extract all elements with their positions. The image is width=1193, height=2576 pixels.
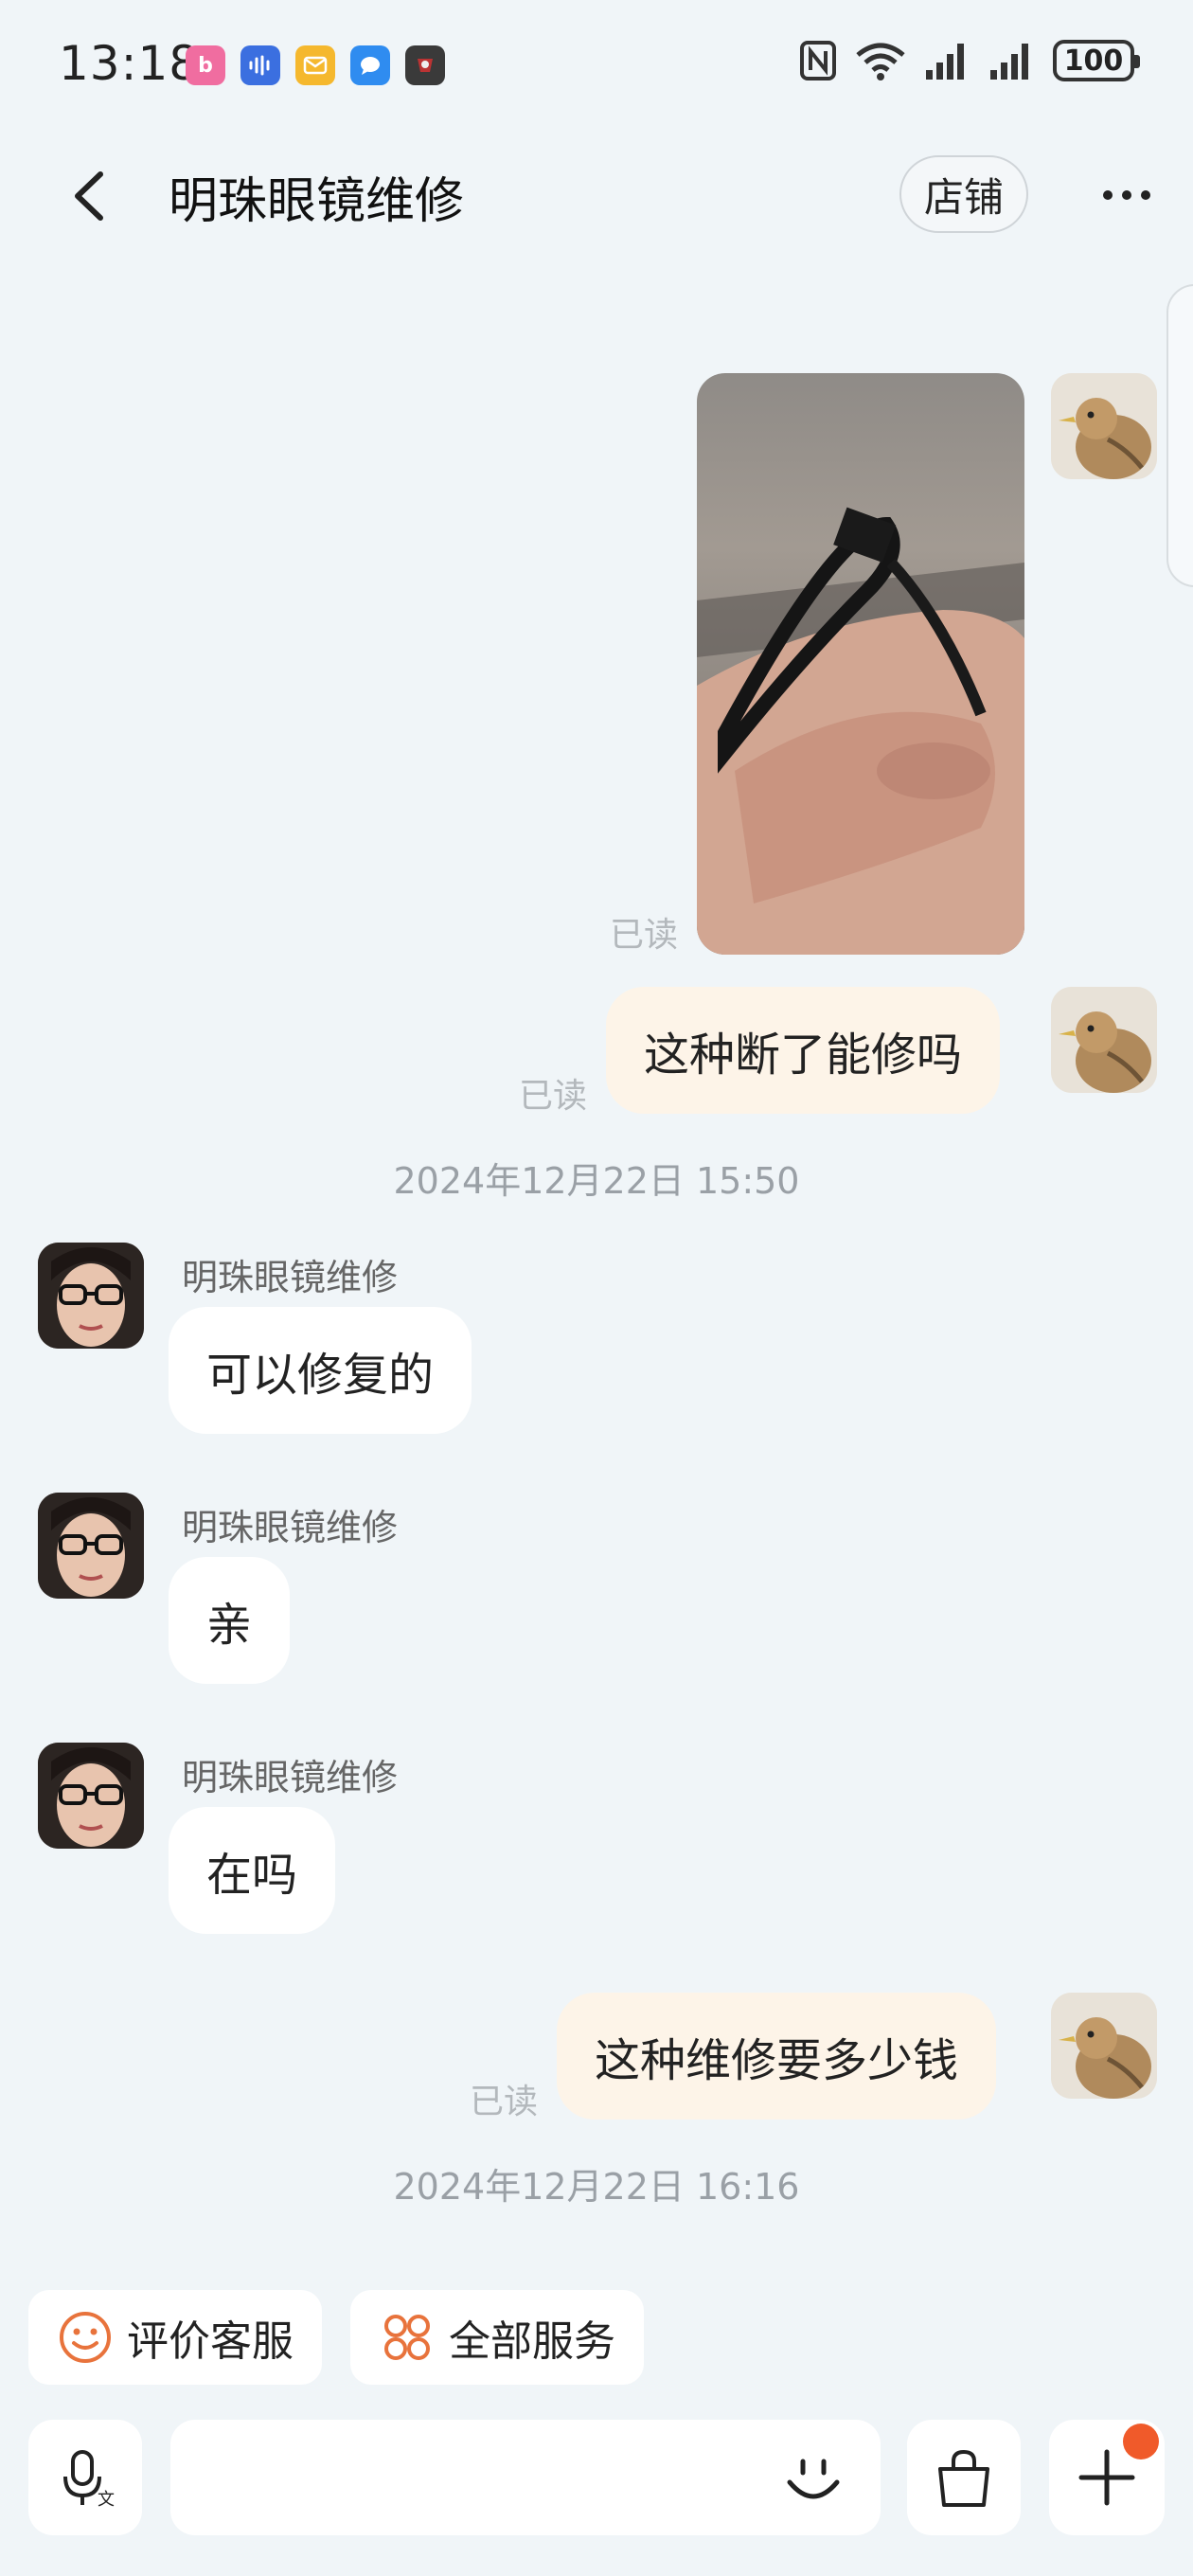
wifi-icon	[856, 43, 905, 80]
back-button[interactable]	[57, 163, 123, 229]
quick-actions: 评价客服 全部服务	[28, 2290, 644, 2385]
timestamp: 2024年12月22日 15:50	[393, 1160, 800, 1202]
input-bar: 文	[0, 2420, 1193, 2535]
game-icon	[405, 45, 445, 85]
chevron-left-icon	[75, 171, 103, 221]
notification-dot	[1123, 2424, 1159, 2460]
avatar[interactable]	[1051, 987, 1157, 1093]
avatar[interactable]	[38, 1493, 144, 1599]
nfc-icon	[800, 41, 836, 80]
message-text: 可以修复的	[206, 1349, 435, 1402]
sender-name: 明珠眼镜维修	[182, 1507, 399, 1548]
shopping-bag-icon	[938, 2449, 989, 2507]
quick-action-label: 评价客服	[127, 2317, 294, 2366]
system-status-icons: 100	[799, 40, 1140, 81]
more-dots-icon[interactable]	[1089, 167, 1165, 224]
battery-icon: 100	[1053, 40, 1140, 81]
read-receipt: 已读	[519, 1077, 588, 1116]
mail-icon	[295, 45, 335, 85]
avatar[interactable]	[38, 1243, 144, 1349]
more-actions-button[interactable]	[1049, 2420, 1165, 2535]
message-photo[interactable]	[697, 373, 1024, 955]
voice-input-button[interactable]: 文	[28, 2420, 142, 2535]
grid-flower-icon	[384, 2315, 430, 2360]
message-text: 亲	[206, 1599, 253, 1652]
read-receipt: 已读	[470, 2083, 539, 2121]
bilibili-icon: b	[186, 45, 225, 85]
message-text: 这种断了能修吗	[644, 1029, 963, 1082]
message-bubble[interactable]: 这种维修要多少钱	[557, 1993, 997, 2120]
message-input[interactable]	[170, 2420, 881, 2535]
voice-input-icon: 文	[63, 2450, 115, 2510]
message-bubble[interactable]: 亲	[169, 1557, 291, 1684]
avatar[interactable]	[1051, 1993, 1157, 2099]
sender-name: 明珠眼镜维修	[182, 1757, 399, 1798]
message-bubble[interactable]: 在吗	[169, 1807, 336, 1934]
rate-service-button[interactable]: 评价客服	[28, 2290, 322, 2385]
svg-text:文: 文	[98, 2490, 115, 2510]
status-time: 13:18	[59, 36, 201, 91]
chat-header: 明珠眼镜维修 店铺	[0, 142, 1193, 246]
messages-icon	[350, 45, 390, 85]
all-services-button[interactable]: 全部服务	[350, 2290, 644, 2385]
chat-title: 明珠眼镜维修	[169, 173, 465, 230]
signal-1-icon	[926, 44, 964, 80]
shopping-bag-button[interactable]	[907, 2420, 1021, 2535]
avatar[interactable]	[1051, 373, 1157, 479]
message-bubble[interactable]: 可以修复的	[169, 1307, 472, 1434]
sender-name: 明珠眼镜维修	[182, 1257, 399, 1298]
shop-button[interactable]: 店铺	[899, 155, 1028, 233]
timestamp: 2024年12月22日 16:16	[393, 2166, 800, 2208]
notification-app-icons: b	[186, 45, 445, 85]
message-text: 这种维修要多少钱	[595, 2034, 959, 2087]
side-drawer-handle[interactable]	[1166, 284, 1193, 587]
smiley-icon	[60, 2312, 111, 2363]
signal-2-icon	[990, 44, 1028, 80]
voice-recorder-icon	[240, 45, 280, 85]
message-text: 在吗	[206, 1849, 298, 1902]
read-receipt: 已读	[610, 916, 679, 955]
battery-level: 100	[1063, 44, 1124, 78]
quick-action-label: 全部服务	[449, 2317, 615, 2366]
message-bubble[interactable]: 这种断了能修吗	[606, 987, 1001, 1114]
status-bar: 13:18 b 100	[0, 0, 1193, 133]
avatar[interactable]	[38, 1743, 144, 1849]
emoji-icon[interactable]	[780, 2444, 846, 2511]
